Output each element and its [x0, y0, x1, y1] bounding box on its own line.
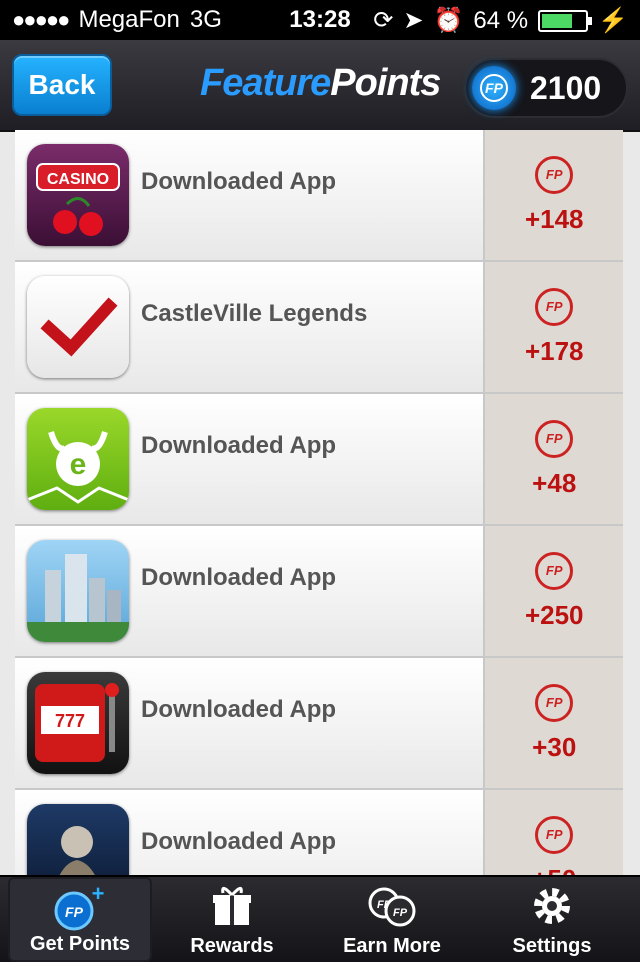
- coins-icon: FP FP: [362, 883, 422, 934]
- featurepoints-logo: FeaturePoints: [200, 62, 441, 104]
- tab-label: Earn More: [343, 935, 441, 957]
- list-item[interactable]: CASINO Downloaded App FP +148: [15, 130, 623, 262]
- e-logo-icon: e: [27, 408, 129, 510]
- reward-points: +178: [524, 335, 584, 366]
- city-icon: [27, 540, 129, 642]
- svg-text:777: 777: [55, 711, 85, 731]
- reward-points: +30: [532, 731, 577, 762]
- fp-badge-icon: FP: [535, 815, 574, 854]
- reward-points: +50: [532, 864, 576, 876]
- list-item[interactable]: CastleVille Legends FP +178: [15, 262, 623, 394]
- tab-get-points[interactable]: FP + Get Points: [8, 877, 152, 962]
- battery-icon: [538, 9, 593, 32]
- list-item[interactable]: e Downloaded App FP +48: [15, 394, 623, 526]
- offer-list: CASINO Downloaded App FP +148 CastleVill…: [15, 130, 623, 875]
- status-bar: ●●●●● MegaFon 3G 13:28 ⟳ ➤ ⏰ 64 % ⚡: [0, 0, 640, 40]
- gift-icon: [209, 883, 255, 934]
- back-button[interactable]: Back: [12, 54, 112, 116]
- checkmark-icon: [27, 276, 129, 378]
- fp-badge-icon: FP: [535, 155, 574, 194]
- reward-cell: FP +30: [483, 658, 623, 788]
- tab-rewards[interactable]: Rewards: [152, 877, 312, 962]
- reward-cell: FP +148: [483, 130, 623, 260]
- casino-cherries-icon: CASINO: [27, 144, 129, 246]
- offer-title: Downloaded App: [141, 564, 337, 591]
- rotation-lock-icon: ⟳: [373, 7, 394, 34]
- offer-title: Downloaded App: [141, 696, 337, 723]
- slot-machine-icon: 777: [27, 672, 129, 774]
- list-item[interactable]: Downloaded App FP +250: [15, 526, 623, 658]
- tab-label: Get Points: [29, 933, 130, 955]
- fp-badge-icon: FP: [535, 683, 574, 722]
- charging-icon: ⚡: [598, 7, 628, 34]
- tab-bar: FP + Get Points Rewards FP FP Earn More …: [0, 875, 640, 962]
- offer-title: CastleVille Legends: [141, 300, 368, 327]
- nav-bar: Back FeaturePoints FP 2100: [0, 40, 640, 132]
- battery-percent: 64 %: [473, 6, 529, 34]
- svg-text:CASINO: CASINO: [47, 171, 109, 188]
- reward-points: +48: [532, 467, 577, 498]
- warrior-icon: [27, 804, 129, 875]
- reward-points: +250: [524, 599, 584, 630]
- list-item[interactable]: Downloaded App FP +50: [15, 790, 623, 875]
- offer-title: Downloaded App: [141, 828, 337, 855]
- tab-earn-more[interactable]: FP FP Earn More: [312, 877, 472, 962]
- tab-label: Settings: [512, 935, 592, 957]
- offer-title: Downloaded App: [141, 168, 337, 195]
- points-value: 2100: [530, 69, 602, 106]
- reward-points: +148: [524, 203, 584, 234]
- fp-plus-icon: FP +: [50, 881, 110, 936]
- gear-icon: [529, 883, 575, 934]
- tab-label: Rewards: [190, 935, 274, 957]
- reward-cell: FP +50: [483, 790, 623, 875]
- svg-text:FP: FP: [393, 907, 408, 919]
- points-balance[interactable]: FP 2100: [464, 58, 628, 118]
- alarm-icon: ⏰: [433, 7, 464, 34]
- fp-badge-icon: FP: [535, 419, 574, 458]
- reward-cell: FP +48: [483, 394, 623, 524]
- svg-text:+: +: [92, 885, 105, 906]
- list-item[interactable]: 777 Downloaded App FP +30: [15, 658, 623, 790]
- fp-coin-icon: FP: [472, 66, 516, 110]
- location-icon: ➤: [403, 7, 424, 34]
- fp-badge-icon: FP: [535, 551, 574, 590]
- svg-text:FP: FP: [65, 904, 84, 920]
- offer-title: Downloaded App: [141, 432, 337, 459]
- reward-cell: FP +178: [483, 262, 623, 392]
- tab-settings[interactable]: Settings: [472, 877, 632, 962]
- svg-text:e: e: [70, 448, 87, 481]
- reward-cell: FP +250: [483, 526, 623, 656]
- fp-badge-icon: FP: [535, 287, 574, 326]
